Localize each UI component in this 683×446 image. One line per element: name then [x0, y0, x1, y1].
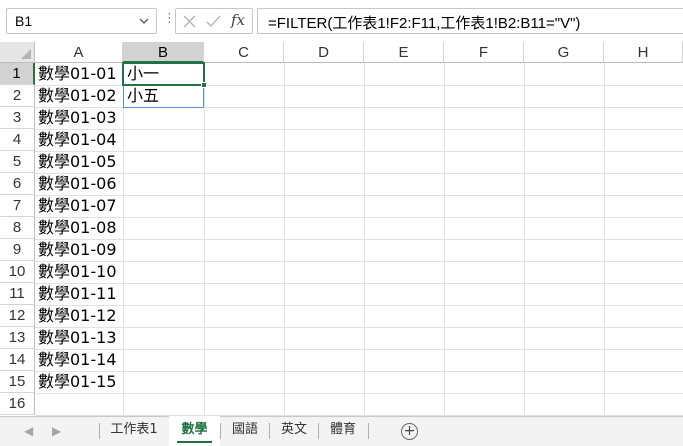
column-header-f[interactable]: F	[444, 42, 524, 63]
row-header-4[interactable]: 4	[0, 129, 35, 151]
gridline	[35, 129, 683, 130]
cell-a2[interactable]: 數學01-02	[35, 85, 117, 107]
row-header-11[interactable]: 11	[0, 283, 35, 305]
tab-sheet1[interactable]: 工作表1	[100, 417, 168, 445]
cell-a13[interactable]: 數學01-13	[35, 327, 117, 349]
cell-a12[interactable]: 數學01-12	[35, 305, 117, 327]
enter-check-icon[interactable]	[206, 15, 221, 28]
chevron-down-icon[interactable]	[138, 15, 150, 27]
row-header-6[interactable]: 6	[0, 173, 35, 195]
tab-pe[interactable]: 體育	[319, 417, 367, 445]
cell-a8[interactable]: 數學01-08	[35, 217, 117, 239]
gridline	[35, 349, 683, 350]
cell-a3[interactable]: 數學01-03	[35, 107, 117, 129]
tab-divider	[368, 423, 369, 439]
gridline	[35, 261, 683, 262]
name-box-value[interactable]: B1	[15, 13, 32, 29]
column-header-e[interactable]: E	[364, 42, 444, 63]
gridline	[35, 151, 683, 152]
cell-a1[interactable]: 數學01-01	[35, 63, 117, 85]
formula-input[interactable]: =FILTER(工作表1!F2:F11,工作表1!B2:B11="V")	[257, 8, 683, 34]
row-header-2[interactable]: 2	[0, 85, 35, 107]
row-header-7[interactable]: 7	[0, 195, 35, 217]
column-header-b[interactable]: B	[123, 42, 204, 63]
row-header-5[interactable]: 5	[0, 151, 35, 173]
cell-a15[interactable]: 數學01-15	[35, 371, 117, 393]
row-header-9[interactable]: 9	[0, 239, 35, 261]
spreadsheet-grid[interactable]: A B C D E F G H 1 2 3 4 5 6 7 8 9 10 11 …	[0, 42, 683, 416]
fill-handle[interactable]	[201, 82, 207, 88]
cell-a14[interactable]: 數學01-14	[35, 349, 117, 371]
gridline	[35, 327, 683, 328]
gridline	[35, 305, 683, 306]
next-sheet-icon[interactable]: ▶	[52, 424, 61, 438]
tab-math[interactable]: 數學	[169, 416, 220, 446]
cell-a7[interactable]: 數學01-07	[35, 195, 117, 217]
row-header-15[interactable]: 15	[0, 371, 35, 393]
row-header-14[interactable]: 14	[0, 349, 35, 371]
column-header-g[interactable]: G	[524, 42, 604, 63]
cell-a6[interactable]: 數學01-06	[35, 173, 117, 195]
formula-text[interactable]: =FILTER(工作表1!F2:F11,工作表1!B2:B11="V")	[268, 12, 580, 33]
insert-function-icon[interactable]: fx	[231, 11, 245, 29]
row-header-12[interactable]: 12	[0, 305, 35, 327]
gridline	[35, 371, 683, 372]
cell-a9[interactable]: 數學01-09	[35, 239, 117, 261]
tab-chinese[interactable]: 國語	[221, 417, 269, 445]
row-header-13[interactable]: 13	[0, 327, 35, 349]
row-header-8[interactable]: 8	[0, 217, 35, 239]
select-all-corner[interactable]	[0, 42, 35, 63]
cell-a5[interactable]: 數學01-05	[35, 151, 117, 173]
sheet-tab-bar: ◀ ▶ 工作表1 數學 國語 英文 體育 +	[0, 416, 683, 446]
prev-sheet-icon[interactable]: ◀	[24, 424, 33, 438]
gridline	[35, 217, 683, 218]
row-header-1[interactable]: 1	[0, 63, 35, 85]
formula-bar: B1 ⋮ fx =FILTER(工作表1!F2:F11,工作表1!B2:B11=…	[0, 0, 683, 42]
add-sheet-button[interactable]: +	[401, 423, 418, 440]
gridline	[35, 195, 683, 196]
active-cell-selection[interactable]	[122, 62, 207, 88]
column-header-c[interactable]: C	[204, 42, 284, 63]
cell-b2[interactable]: 小五	[124, 85, 159, 107]
cell-a4[interactable]: 數學01-04	[35, 129, 117, 151]
tab-english[interactable]: 英文	[270, 417, 318, 445]
cell-a11[interactable]: 數學01-11	[35, 283, 117, 305]
row-header-10[interactable]: 10	[0, 261, 35, 283]
gridline	[35, 393, 683, 394]
gridline	[35, 173, 683, 174]
gridline	[35, 283, 683, 284]
name-box[interactable]: B1	[6, 8, 157, 34]
column-header-a[interactable]: A	[35, 42, 123, 63]
column-header-d[interactable]: D	[284, 42, 364, 63]
gridline	[35, 239, 683, 240]
column-header-h[interactable]: H	[604, 42, 683, 63]
cell-a10[interactable]: 數學01-10	[35, 261, 117, 283]
row-header-3[interactable]: 3	[0, 107, 35, 129]
cancel-icon[interactable]	[183, 15, 196, 28]
formula-buttons: fx	[175, 8, 253, 34]
row-header-16[interactable]: 16	[0, 393, 35, 415]
